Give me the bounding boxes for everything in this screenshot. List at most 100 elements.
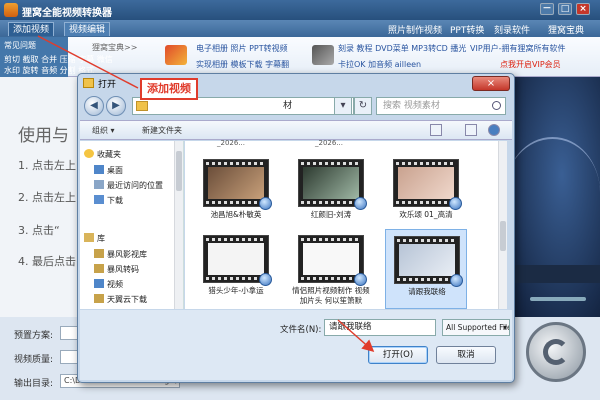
search-placeholder: 搜索 视频素材 [383, 101, 440, 111]
address-path: 材 [283, 101, 293, 111]
tree-lib-item[interactable]: 暴风转码 [94, 264, 139, 275]
quick-links: 常见问题 剪切 截取 合并 压缩 字幕 微信 水印 旋转 音频 分割 格式 [0, 37, 113, 77]
tree-lib-item[interactable]: 暴风影视库 [94, 249, 147, 260]
menu-photo-video[interactable]: 照片制作视频 [388, 23, 442, 36]
video-badge-icon [354, 197, 367, 210]
faq-link[interactable]: 常见问题 [4, 40, 36, 51]
step-3: 3. 点击“ [18, 224, 60, 237]
promo-album[interactable]: 电子相册 照片 PPT转视频 [196, 43, 288, 54]
preset-label: 预置方案: [14, 331, 54, 341]
chevron-down-icon: ▾ [502, 323, 507, 332]
video-thumbnail [203, 159, 272, 210]
search-icon [492, 101, 501, 110]
menu-guide[interactable]: 狸窝宝典 [548, 23, 584, 36]
tree-recent[interactable]: 最近访问的位置 [94, 180, 163, 191]
step-4: 4. 最后点击 [18, 255, 76, 268]
tree-scrollbar[interactable] [174, 141, 183, 309]
organize-menu[interactable]: 组织 ▾ [92, 125, 115, 136]
forward-button[interactable]: ▶ [106, 96, 126, 116]
ppt-icon[interactable] [165, 45, 187, 65]
volume-slider[interactable] [530, 297, 586, 301]
folder-icon [94, 294, 104, 303]
address-dropdown-icon[interactable]: ▾ [334, 97, 352, 115]
file-name: 池昌旭&朴敏英 [210, 210, 262, 219]
minimize-button[interactable]: － [540, 3, 554, 15]
menu-burn[interactable]: 刻录软件 [494, 23, 530, 36]
app-logo-icon [4, 3, 18, 17]
tree-lib-item[interactable]: 视频 [94, 279, 123, 290]
promo-burn-2[interactable]: 卡拉OK 加音频 ailleen [338, 59, 421, 70]
timeline-bar[interactable] [505, 265, 600, 283]
file-grid: _2026... _2026... 池昌旭&朴敏英 红颜旧-刘涛 欢乐颂 01_… [185, 139, 507, 309]
command-bar: 组织 ▾ 新建文件夹 [80, 120, 512, 140]
view-options-icon[interactable] [430, 124, 442, 136]
file-item-selected[interactable]: 请跟我联络 [385, 229, 467, 309]
app-title: 狸窝全能视频转换器 [22, 8, 112, 19]
menu-bar: 添加视频 视频编辑 照片制作视频 PPT转换 刻录软件 狸窝宝典 [0, 20, 600, 37]
video-badge-icon [449, 197, 462, 210]
help-icon[interactable] [488, 124, 500, 136]
folder-icon [83, 78, 94, 88]
video-badge-icon [354, 273, 367, 286]
tree-favorites[interactable]: 收藏夹 [84, 149, 121, 160]
quality-label: 视频质量: [14, 355, 54, 365]
back-button[interactable]: ◀ [84, 96, 104, 116]
file-item[interactable]: 情侣照片视频制作 视频加片头 何以笙箫默 [290, 229, 372, 309]
cancel-button[interactable]: 取消 [436, 346, 496, 364]
promo-burn[interactable]: 刻录 教程 DVD菜单 MP3转CD 播光 [338, 43, 466, 54]
library-icon [84, 233, 94, 242]
tree-library[interactable]: 库 [84, 233, 105, 244]
workspace-heading: 使用与 [18, 126, 69, 146]
file-name: 红颜旧-刘涛 [310, 210, 352, 219]
tree-desktop[interactable]: 桌面 [94, 165, 123, 176]
video-thumbnail [298, 159, 367, 210]
filetype-select[interactable]: All Supported Files(*.3gp;*.3▾ [442, 319, 510, 336]
tree-scroll-thumb[interactable] [176, 151, 182, 191]
download-icon [94, 195, 104, 204]
tab-video-edit[interactable]: 视频编辑 [64, 22, 111, 36]
files-scrollbar[interactable] [498, 141, 507, 309]
film-icon[interactable] [312, 45, 334, 65]
new-folder-button[interactable]: 新建文件夹 [142, 125, 182, 136]
video-badge-icon [259, 273, 272, 286]
convert-button[interactable] [526, 322, 586, 382]
file-item[interactable]: 红颜旧-刘涛 [290, 153, 372, 233]
tree-downloads[interactable]: 下载 [94, 195, 123, 206]
maximize-button[interactable]: □ [558, 3, 572, 15]
desktop-icon [94, 165, 104, 174]
star-icon [84, 149, 94, 158]
quick-links-row1[interactable]: 剪切 截取 合并 压缩 字幕 微信 [4, 54, 113, 65]
vip-link[interactable]: 点我开启VIP会员 [500, 59, 561, 70]
video-thumbnail [298, 235, 367, 286]
close-button[interactable]: × [576, 3, 590, 15]
menu-ppt[interactable]: PPT转换 [450, 23, 484, 36]
video-icon [94, 279, 104, 288]
open-file-dialog: 打开 × ◀ ▶ 材 ▾ ↻ 搜索 视频素材 组织 ▾ 新建文件夹 收藏夹 桌面… [77, 73, 515, 383]
preview-pane-icon[interactable] [465, 124, 477, 136]
file-name: 欢乐颂 01_高清 [399, 210, 453, 219]
step-2: 2. 点击左上 [18, 191, 76, 204]
dialog-close-button[interactable]: × [472, 76, 510, 91]
vip-text[interactable]: VIP用户-拥有狸窝所有软件 [470, 43, 566, 54]
file-item[interactable]: 池昌旭&朴敏英 [195, 153, 277, 233]
promo-album-2[interactable]: 实现相册 模板下载 字幕翻 [196, 59, 289, 70]
file-name: 猎头少年-小拿运 [208, 286, 264, 295]
refresh-icon[interactable]: ↻ [354, 97, 372, 115]
manual-link[interactable]: 狸窝宝典>> [92, 42, 137, 53]
file-name: 请跟我联络 [408, 287, 446, 296]
file-item[interactable]: 欢乐颂 01_高清 [385, 153, 467, 233]
step-1: 1. 点击左上 [18, 159, 76, 172]
file-item[interactable]: 猎头少年-小拿运 [195, 229, 277, 309]
files-scroll-thumb[interactable] [500, 221, 506, 251]
recent-icon [94, 180, 104, 189]
dialog-title: 打开 [98, 80, 117, 90]
video-thumbnail [203, 235, 272, 286]
video-badge-icon [450, 274, 463, 287]
dialog-footer: 文件名(N): 请跟我联络 All Supported Files(*.3gp;… [80, 310, 512, 380]
filename-input[interactable]: 请跟我联络 [324, 319, 436, 336]
tree-lib-item[interactable]: 天翼云下载 [94, 294, 147, 305]
search-input[interactable]: 搜索 视频素材 [376, 97, 506, 115]
folder-icon [136, 101, 148, 111]
open-button[interactable]: 打开(O) [368, 346, 428, 364]
tab-add-video[interactable]: 添加视频 [8, 22, 55, 36]
